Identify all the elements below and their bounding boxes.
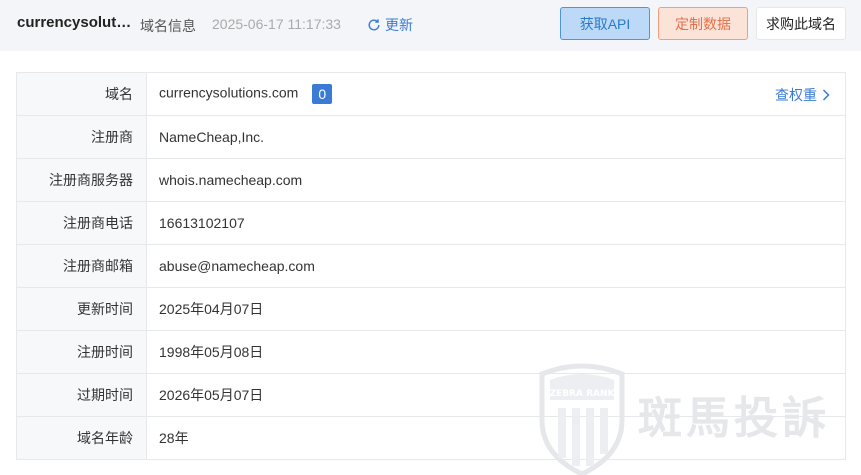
weight-badge: 0 <box>312 84 333 104</box>
table-row: 注册商邮箱 abuse@namecheap.com <box>16 244 846 288</box>
table-row: 注册商 NameCheap,Inc. <box>16 115 846 159</box>
section-subtitle: 域名信息 <box>140 18 196 34</box>
row-value: 16613102107 <box>146 201 846 245</box>
top-bar: currencysolutions.com 域名信息 2025-06-17 11… <box>0 0 861 50</box>
domain-value: currencysolutions.com <box>159 84 299 101</box>
row-label: 注册商电话 <box>16 201 147 245</box>
row-value: 1998年05月08日 <box>146 330 846 374</box>
row-value: NameCheap,Inc. <box>146 115 846 159</box>
update-timestamp: 2025-06-17 11:17:33 <box>212 16 341 32</box>
row-label: 过期时间 <box>16 373 147 417</box>
table-row: 域名 currencysolutions.com 0 查权重 <box>16 72 846 116</box>
row-value: 2026年05月07日 <box>146 373 846 417</box>
get-api-button[interactable]: 获取API <box>560 7 650 40</box>
check-weight-link[interactable]: 查权重 <box>775 85 831 105</box>
row-value-cell: currencysolutions.com 0 查权重 <box>146 72 846 116</box>
row-label: 注册商服务器 <box>16 158 147 202</box>
row-value: whois.namecheap.com <box>146 158 846 202</box>
buy-domain-button[interactable]: 求购此域名 <box>756 7 846 40</box>
row-value: 2025年04月07日 <box>146 287 846 331</box>
row-label: 更新时间 <box>16 287 147 331</box>
table-row: 域名年龄 28年 <box>16 416 846 460</box>
table-row: 注册商电话 16613102107 <box>16 201 846 245</box>
table-row: 注册时间 1998年05月08日 <box>16 330 846 374</box>
custom-data-button[interactable]: 定制数据 <box>658 7 748 40</box>
refresh-label: 更新 <box>385 17 413 33</box>
row-label: 注册时间 <box>16 330 147 374</box>
table-row: 注册商服务器 whois.namecheap.com <box>16 158 846 202</box>
row-label: 域名 <box>16 72 147 116</box>
row-label: 域名年龄 <box>16 416 147 460</box>
table-row: 更新时间 2025年04月07日 <box>16 287 846 331</box>
refresh-icon <box>368 19 380 31</box>
row-label: 注册商 <box>16 115 147 159</box>
check-weight-label: 查权重 <box>775 87 817 103</box>
whois-table: 域名 currencysolutions.com 0 查权重 注册商 NameCh… <box>16 72 846 460</box>
refresh-button[interactable]: 更新 <box>367 15 413 35</box>
whois-panel: 域名 currencysolutions.com 0 查权重 注册商 NameCh… <box>0 51 861 475</box>
chevron-right-icon <box>822 89 830 101</box>
domain-title: currencysolutions.com <box>17 14 135 31</box>
row-value: abuse@namecheap.com <box>146 244 846 288</box>
row-label: 注册商邮箱 <box>16 244 147 288</box>
row-value: 28年 <box>146 416 846 460</box>
table-row: 过期时间 2026年05月07日 <box>16 373 846 417</box>
